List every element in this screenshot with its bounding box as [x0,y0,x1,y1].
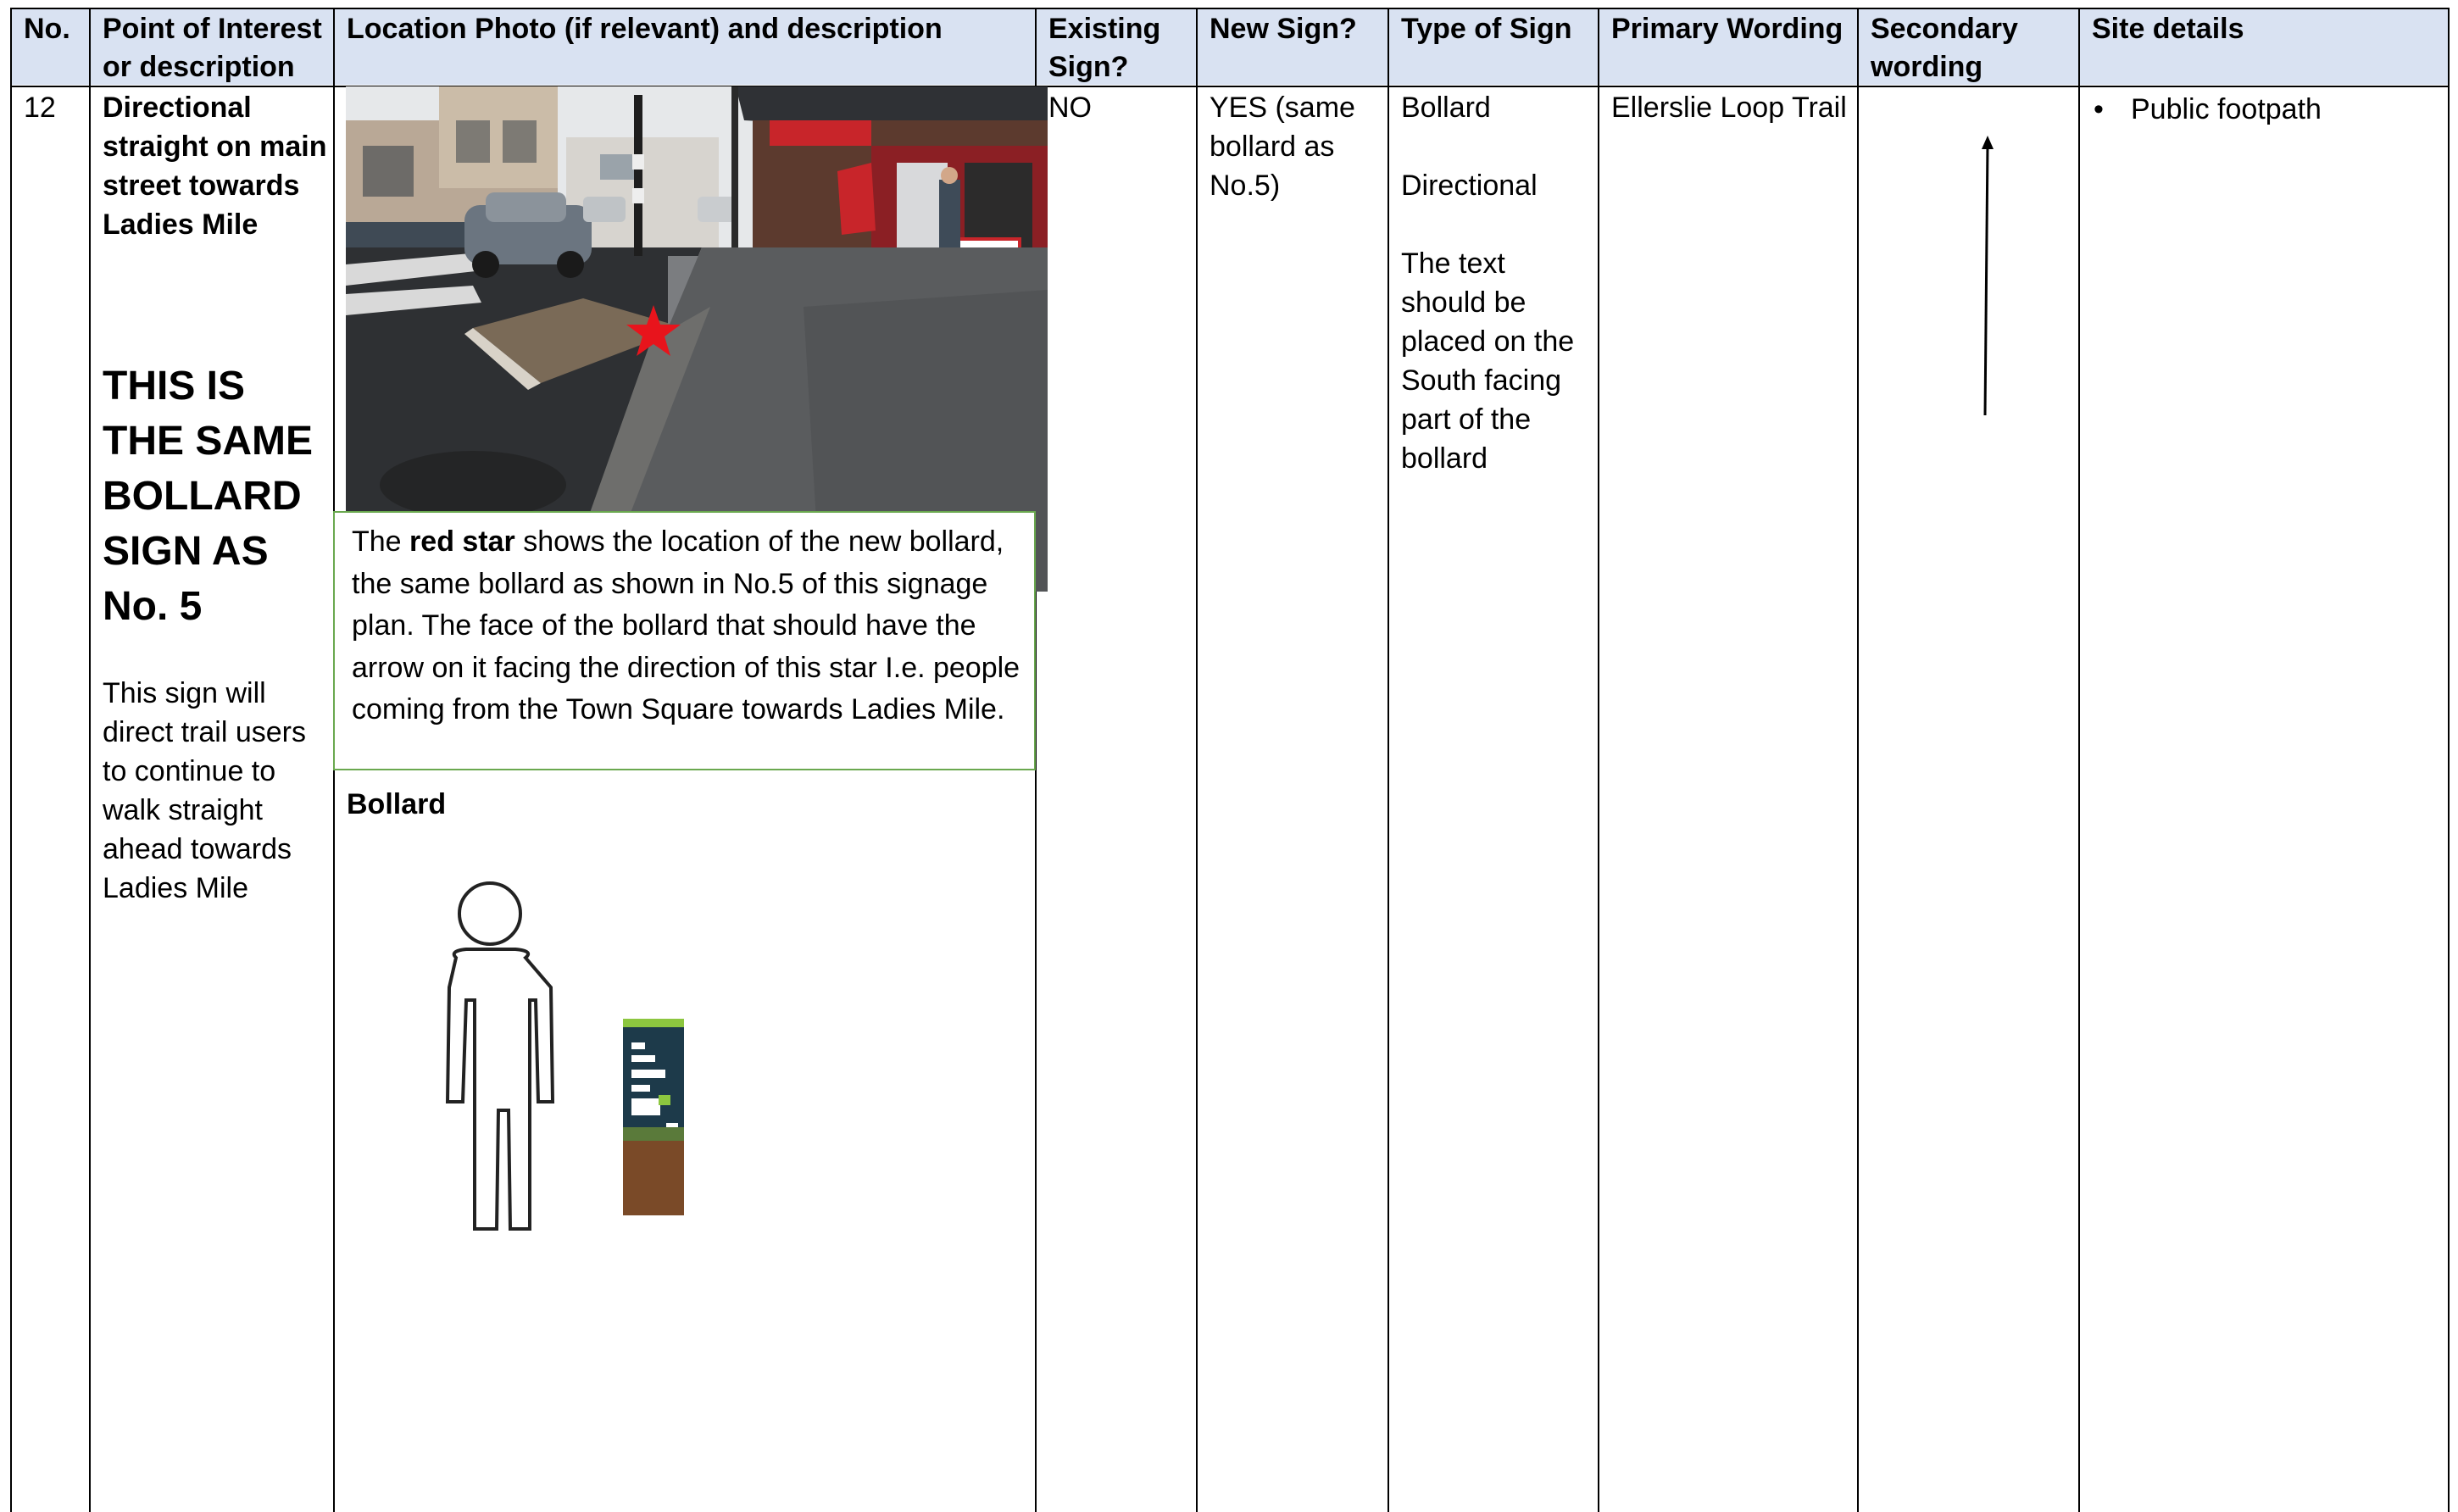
header-secondary-wording: Secondary wording [1871,13,2018,83]
poi-title: Directional straight on main street towa… [103,92,327,241]
bollard-label: Bollard [347,788,447,820]
poi-notice: THIS IS THE SAME BOLLARD SIGN AS No. 5 [103,364,314,629]
type-of-sign-2: Directional [1401,170,1538,202]
header-new-sign: New Sign? [1210,13,1357,45]
header-existing-sign: Existing Sign? [1048,13,1161,83]
col-border-7 [1857,8,1859,1512]
col-border-9 [2448,8,2450,1512]
col-border-8 [2078,8,2080,1512]
poi-description: This sign will direct trail users to con… [103,677,306,904]
existing-sign-value: NO [1048,92,1092,124]
header-primary-wording: Primary Wording [1611,13,1844,45]
col-border-1 [89,8,91,1512]
new-sign-value: YES (same bollard as No.5) [1210,92,1355,202]
arrow-up-icon [1982,136,1994,416]
caption-bold: red star [409,525,515,558]
col-border-5 [1387,8,1389,1512]
col-border-6 [1598,8,1599,1512]
signage-plan-page: No. Point of Interest or description Loc… [0,0,2458,1512]
type-of-sign-1: Bollard [1401,92,1491,124]
bollard-icon [623,1019,684,1215]
col-border-0 [10,8,12,1512]
site-detail-item: Public footpath [2131,93,2322,125]
header-type-of-sign: Type of Sign [1401,13,1572,45]
type-of-sign-3: The text should be placed on the South f… [1401,247,1575,475]
col-border-4 [1196,8,1198,1512]
header-no: No. [24,13,70,45]
person-scale-icon [445,881,555,1231]
table-top-border [10,8,2450,9]
primary-wording-value: Ellerslie Loop Trail [1611,92,1847,124]
bollard-scale-illustration [445,881,684,1231]
header-location: Location Photo (if relevant) and descrip… [347,13,943,45]
caption-prefix: The [352,525,410,558]
header-point-of-interest: Point of Interest or description [103,13,322,83]
caption-box: The red star shows the location of the n… [333,511,1036,770]
row-number: 12 [24,92,56,124]
caption-text: The red star shows the location of the n… [352,521,1021,731]
site-detail-bullet: • [2094,93,2104,125]
header-site-details: Site details [2092,13,2244,45]
